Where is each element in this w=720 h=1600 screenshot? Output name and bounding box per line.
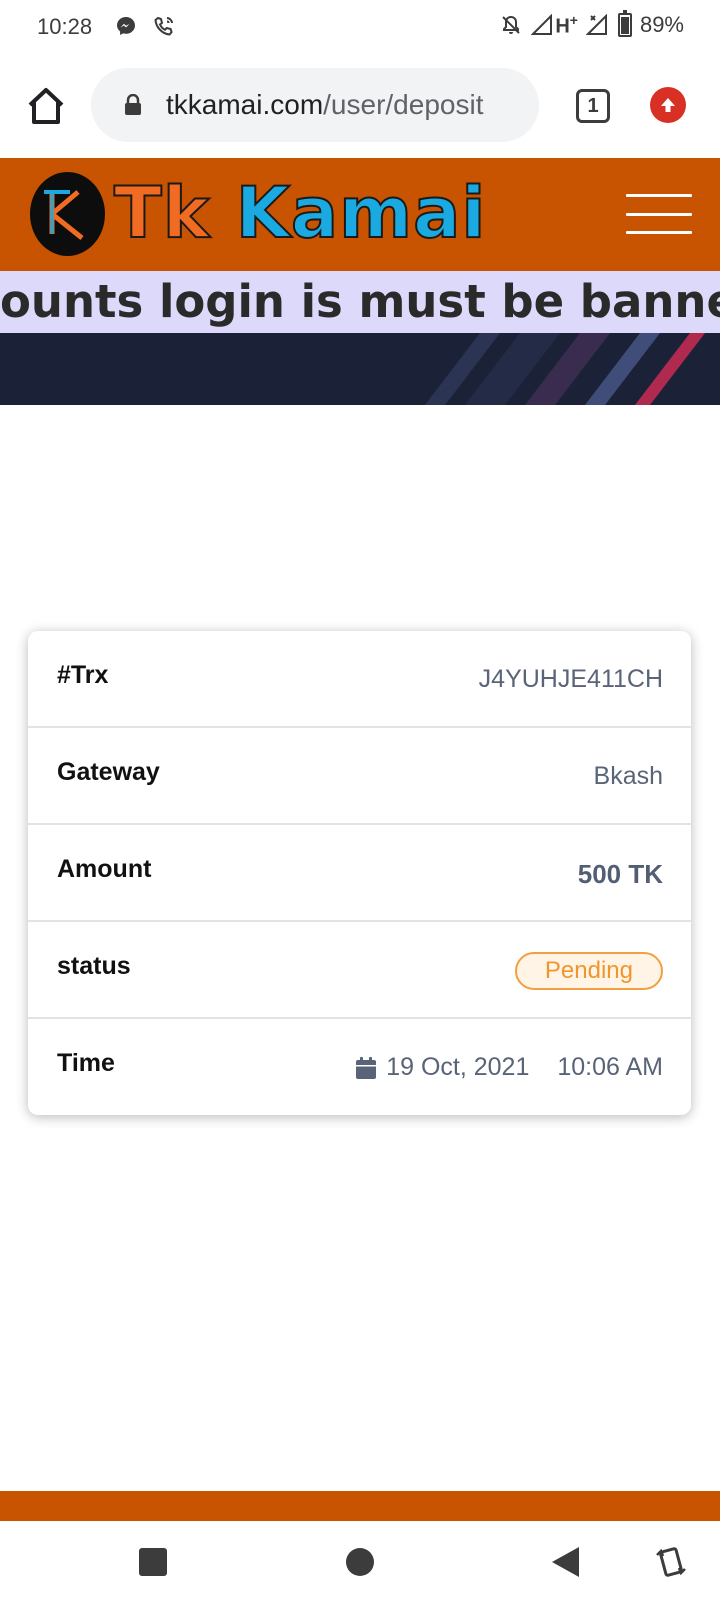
home-icon[interactable] (343, 1545, 377, 1579)
rotate-icon[interactable] (654, 1545, 688, 1579)
status-bar: 10:28 H+ 89% (0, 0, 720, 56)
row-trx: #Trx J4YUHJE411CH (28, 631, 691, 728)
deposit-details-card: #Trx J4YUHJE411CH Gateway Bkash Amount 5… (28, 631, 691, 1115)
signal-hplus-icon: H+ (531, 12, 578, 39)
battery-percent: 89% (639, 12, 684, 38)
status-badge: Pending (514, 952, 663, 990)
status-right: H+ 89% (499, 10, 684, 39)
notice-text: ounts login is must be banned f (0, 275, 720, 328)
menu-line (626, 194, 692, 197)
status-label: status (57, 952, 131, 980)
deposit-time: 10:06 AM (557, 1053, 663, 1081)
status-time: 10:28 (37, 14, 93, 39)
recents-icon[interactable] (136, 1545, 170, 1579)
site-logo[interactable]: Tk Kamai (113, 170, 487, 256)
mute-icon (499, 13, 523, 37)
banner-stripes (425, 333, 705, 405)
url-text[interactable]: tkkamai.com/user/deposit (166, 89, 516, 121)
logo-kamai: Kamai (235, 171, 487, 255)
trx-value: J4YUHJE411CH (478, 665, 663, 693)
site-header: Tk Kamai (0, 158, 720, 271)
logo-mark[interactable] (30, 172, 105, 256)
url-domain: tkkamai.com (166, 89, 324, 120)
amount-label: Amount (57, 855, 152, 883)
battery-fill (620, 16, 629, 35)
deposit-date: 19 Oct, 2021 (386, 1053, 530, 1081)
menu-line (626, 231, 692, 234)
gateway-label: Gateway (57, 758, 160, 786)
time-value: 19 Oct, 2021 10:06 AM (354, 1053, 663, 1082)
update-icon[interactable] (650, 87, 686, 123)
status-left-icons (114, 14, 176, 38)
row-status: status Pending (28, 922, 691, 1019)
gateway-value: Bkash (593, 762, 663, 790)
battery-icon (617, 10, 632, 38)
calendar-icon (354, 1056, 378, 1080)
row-gateway: Gateway Bkash (28, 728, 691, 825)
messenger-icon (114, 14, 138, 38)
browser-toolbar: tkkamai.com/user/deposit 1 (0, 56, 720, 158)
logo-tk: Tk (113, 171, 211, 255)
time-label: Time (57, 1049, 115, 1077)
row-amount: Amount 500 TK (28, 825, 691, 922)
amount-value: 500 TK (577, 859, 663, 889)
wifi-call-icon (152, 14, 176, 38)
url-path: /user/deposit (323, 89, 484, 120)
lock-icon (124, 93, 142, 116)
trx-label: #Trx (57, 661, 109, 689)
site-footer-strip (0, 1491, 720, 1521)
home-icon[interactable] (24, 84, 68, 128)
back-icon[interactable] (549, 1545, 583, 1579)
page-banner (0, 333, 720, 405)
url-bar[interactable]: tkkamai.com/user/deposit (91, 68, 539, 142)
signal-icon (585, 13, 610, 37)
tab-switcher-button[interactable]: 1 (576, 89, 610, 123)
notice-marquee: ounts login is must be banned f (0, 271, 720, 333)
system-nav-bar (0, 1521, 720, 1600)
row-time: Time 19 Oct, 2021 10:06 AM (28, 1019, 691, 1115)
menu-line (626, 212, 692, 216)
hamburger-menu-icon[interactable] (626, 194, 692, 234)
